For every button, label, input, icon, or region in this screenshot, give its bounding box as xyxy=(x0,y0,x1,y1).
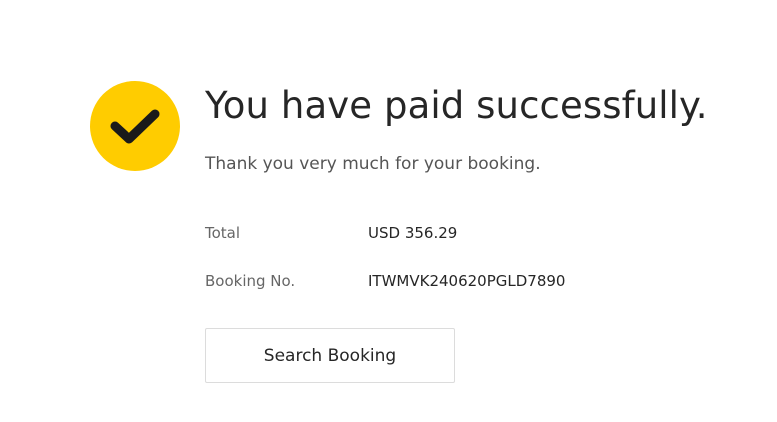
total-value: USD 356.29 xyxy=(368,224,458,242)
booking-number-value: ITWMVK240620PGLD7890 xyxy=(368,272,566,290)
checkmark-icon xyxy=(110,109,160,144)
thank-you-message: Thank you very much for your booking. xyxy=(205,154,541,174)
page-title: You have paid successfully. xyxy=(205,84,708,127)
search-booking-button[interactable]: Search Booking xyxy=(205,328,455,383)
payment-success-page: You have paid successfully. Thank you ve… xyxy=(0,0,777,422)
total-label: Total xyxy=(205,224,241,242)
success-badge xyxy=(90,81,180,171)
booking-number-label: Booking No. xyxy=(205,272,296,290)
